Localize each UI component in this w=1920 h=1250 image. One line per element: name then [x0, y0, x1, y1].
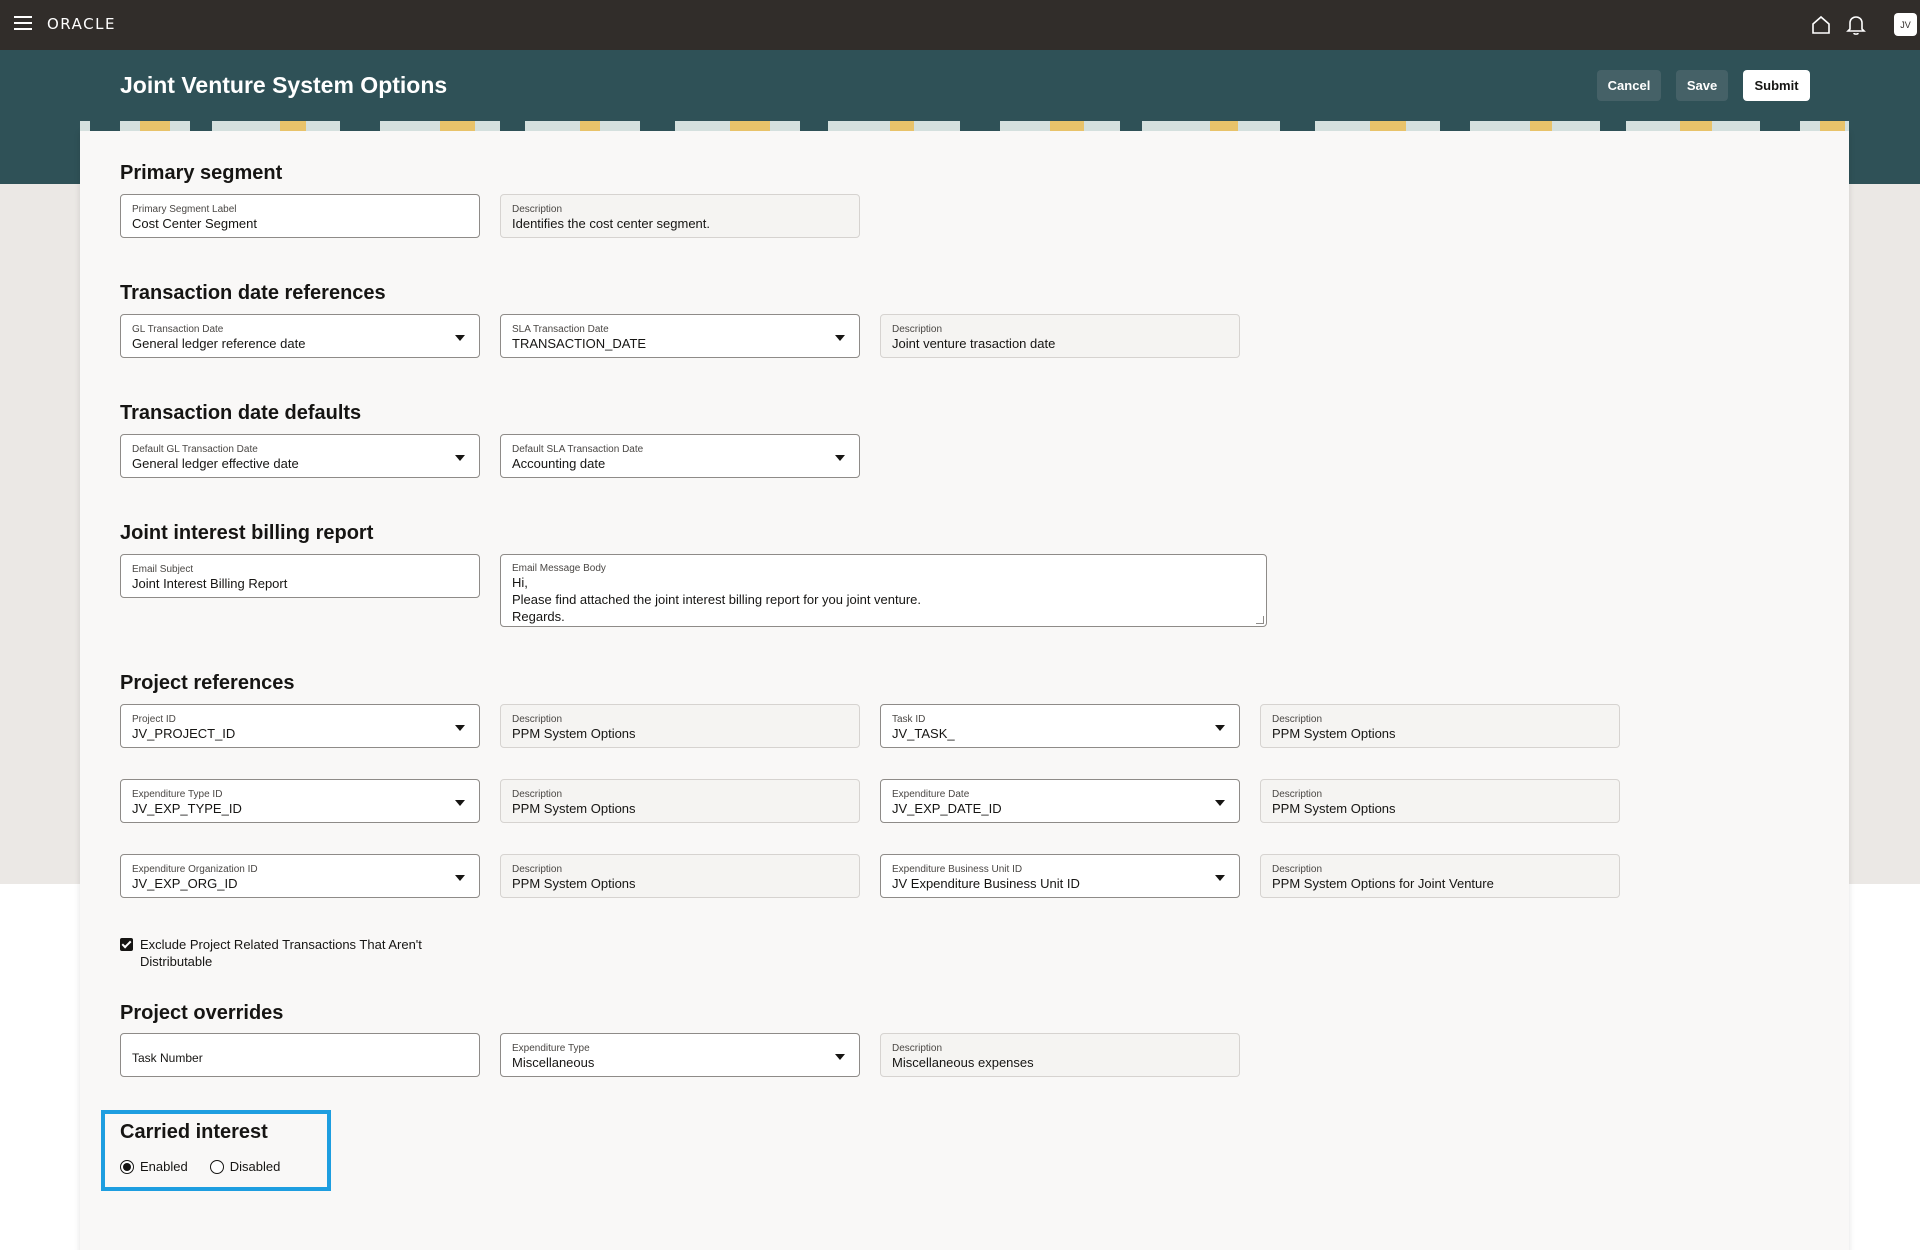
- radio-enabled-button[interactable]: [120, 1159, 134, 1174]
- chevron-down-icon: [455, 875, 465, 881]
- cancel-button[interactable]: Cancel: [1597, 70, 1661, 101]
- radio-disabled-button[interactable]: [209, 1159, 224, 1174]
- section-title-transaction-date-defaults: Transaction date defaults: [120, 402, 362, 424]
- radio-enabled[interactable]: Enabled: [120, 1159, 188, 1174]
- section-title-project-references: Project references: [120, 672, 295, 694]
- primary-segment-description-field[interactable]: Description Identifies the cost center s…: [500, 194, 860, 238]
- carried-interest-radio-group: Enabled Disabled: [120, 1159, 302, 1174]
- default-gl-transaction-date-select[interactable]: Default GL Transaction Date General ledg…: [120, 434, 480, 478]
- chevron-down-icon: [835, 1054, 845, 1060]
- project-id-select[interactable]: Project ID JV_PROJECT_ID: [120, 704, 480, 748]
- project-id-description-field[interactable]: Description PPM System Options: [500, 704, 860, 748]
- expenditure-business-unit-description-field[interactable]: Description PPM System Options for Joint…: [1260, 854, 1620, 898]
- radio-disabled[interactable]: Disabled: [209, 1159, 280, 1174]
- exclude-transactions-checkbox-row[interactable]: Exclude Project Related Transactions Tha…: [120, 936, 460, 970]
- global-header: ORACLE JV: [0, 0, 1920, 50]
- page-title: Joint Venture System Options: [120, 72, 448, 98]
- default-sla-transaction-date-select[interactable]: Default SLA Transaction Date Accounting …: [500, 434, 860, 478]
- decorative-pattern: [80, 121, 1849, 131]
- home-icon[interactable]: [1811, 15, 1831, 35]
- expenditure-type-select[interactable]: Expenditure Type Miscellaneous: [500, 1033, 860, 1077]
- chevron-down-icon: [1215, 725, 1225, 731]
- submit-button[interactable]: Submit: [1743, 70, 1810, 101]
- save-button[interactable]: Save: [1676, 70, 1728, 101]
- exclude-transactions-checkbox[interactable]: [120, 938, 133, 951]
- project-overrides-description-field[interactable]: Description Miscellaneous expenses: [880, 1033, 1240, 1077]
- task-number-field[interactable]: Task Number: [120, 1033, 480, 1077]
- transaction-date-description-field[interactable]: Description Joint venture trasaction dat…: [880, 314, 1240, 358]
- gl-transaction-date-select[interactable]: GL Transaction Date General ledger refer…: [120, 314, 480, 358]
- chevron-down-icon: [455, 455, 465, 461]
- notifications-bell-icon[interactable]: [1846, 14, 1866, 36]
- section-title-carried-interest: Carried interest: [120, 1121, 268, 1143]
- chevron-down-icon: [455, 800, 465, 806]
- sla-transaction-date-select[interactable]: SLA Transaction Date TRANSACTION_DATE: [500, 314, 860, 358]
- menu-icon[interactable]: [14, 16, 32, 32]
- chevron-down-icon: [455, 725, 465, 731]
- expenditure-type-id-select[interactable]: Expenditure Type ID JV_EXP_TYPE_ID: [120, 779, 480, 823]
- expenditure-date-select[interactable]: Expenditure Date JV_EXP_DATE_ID: [880, 779, 1240, 823]
- section-title-transaction-date-references: Transaction date references: [120, 282, 386, 304]
- expenditure-organization-id-select[interactable]: Expenditure Organization ID JV_EXP_ORG_I…: [120, 854, 480, 898]
- chevron-down-icon: [835, 455, 845, 461]
- section-title-project-overrides: Project overrides: [120, 1002, 284, 1024]
- task-id-description-field[interactable]: Description PPM System Options: [1260, 704, 1620, 748]
- expenditure-business-unit-id-select[interactable]: Expenditure Business Unit ID JV Expendit…: [880, 854, 1240, 898]
- chevron-down-icon: [1215, 875, 1225, 881]
- chevron-down-icon: [455, 335, 465, 341]
- user-avatar[interactable]: JV: [1894, 13, 1917, 36]
- exclude-transactions-label: Exclude Project Related Transactions Tha…: [140, 937, 422, 969]
- expenditure-organization-description-field[interactable]: Description PPM System Options: [500, 854, 860, 898]
- primary-segment-label-field[interactable]: Primary Segment Label Cost Center Segmen…: [120, 194, 480, 238]
- expenditure-date-description-field[interactable]: Description PPM System Options: [1260, 779, 1620, 823]
- task-id-select[interactable]: Task ID JV_TASK_: [880, 704, 1240, 748]
- section-title-jib-report: Joint interest billing report: [120, 522, 374, 544]
- chevron-down-icon: [835, 335, 845, 341]
- resize-handle-icon[interactable]: [1256, 616, 1264, 624]
- oracle-logo: ORACLE: [47, 15, 116, 33]
- email-subject-field[interactable]: Email Subject Joint Interest Billing Rep…: [120, 554, 480, 598]
- section-title-primary-segment: Primary segment: [120, 162, 283, 184]
- email-message-body-textarea[interactable]: Email Message Body Hi, Please find attac…: [500, 554, 1267, 627]
- expenditure-type-description-field[interactable]: Description PPM System Options: [500, 779, 860, 823]
- chevron-down-icon: [1215, 800, 1225, 806]
